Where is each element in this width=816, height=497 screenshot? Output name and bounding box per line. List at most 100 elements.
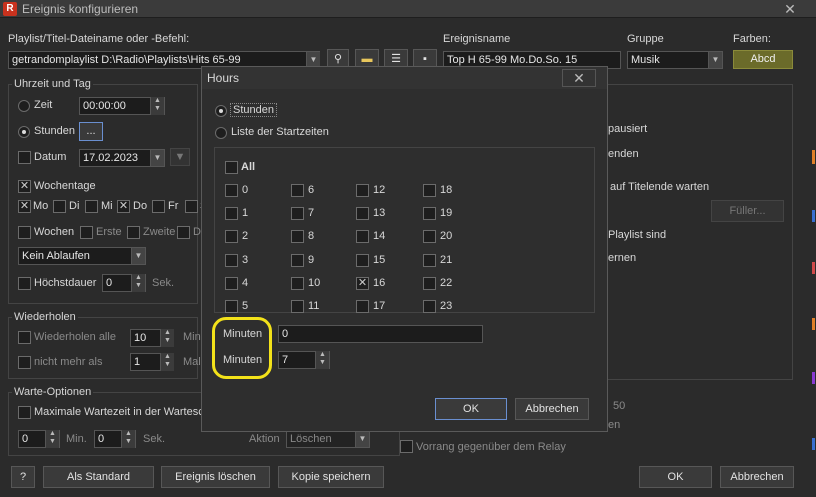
zweite-checkbox[interactable]: [127, 226, 140, 239]
app-icon: R: [3, 2, 17, 16]
hours-abbrechen-button[interactable]: Abbrechen: [515, 398, 589, 420]
help-button[interactable]: ?: [11, 466, 35, 488]
hoechstdauer-spinner[interactable]: ▲ ▼: [131, 274, 145, 292]
wait-min-spinner[interactable]: ▲ ▼: [45, 430, 59, 448]
hours-start-list-radio[interactable]: [215, 127, 227, 139]
event-name-label: Ereignisname: [443, 33, 511, 45]
hour-checkbox[interactable]: [356, 230, 369, 243]
group-dropdown-arrow-icon[interactable]: ▼: [708, 52, 722, 68]
max-wait-label: Maximale Wartezeit in der Wartesc: [34, 406, 204, 418]
erste-checkbox[interactable]: [80, 226, 93, 239]
aktion-dropdown-arrow-icon[interactable]: ▼: [355, 431, 369, 447]
color-strip: [812, 318, 815, 330]
hours-dialog-close-icon[interactable]: ✕: [562, 69, 596, 87]
fueller-button[interactable]: Füller...: [711, 200, 784, 222]
hour-checkbox[interactable]: [225, 277, 238, 290]
ereignis-loeschen-button[interactable]: Ereignis löschen: [161, 466, 270, 488]
hour-checkbox[interactable]: [356, 300, 369, 313]
aktion-label: Aktion: [249, 433, 280, 445]
erste-label: Erste: [96, 226, 122, 238]
wiederholen-spinner[interactable]: ▲ ▼: [160, 329, 174, 347]
hour-label: 21: [440, 254, 453, 266]
zeit-spinner[interactable]: ▲ ▼: [150, 97, 164, 115]
wochen-checkbox[interactable]: [18, 226, 31, 239]
hour-checkbox[interactable]: [423, 300, 436, 313]
datum-dropdown-arrow-icon[interactable]: ▼: [150, 150, 164, 166]
stunden-radio[interactable]: [18, 126, 30, 138]
wochentage-checkbox[interactable]: ✕: [18, 180, 31, 193]
hour-checkbox[interactable]: [291, 300, 304, 313]
datum-checkbox[interactable]: [18, 151, 31, 164]
hour-checkbox[interactable]: [225, 207, 238, 220]
hours-stunden-radio[interactable]: [215, 105, 227, 117]
annotation-highlight: [212, 317, 272, 379]
hour-checkbox[interactable]: [225, 184, 238, 197]
day-do-checkbox[interactable]: ✕: [117, 200, 130, 213]
hour-checkbox[interactable]: [291, 207, 304, 220]
ablaufen-dropdown-arrow-icon[interactable]: ▼: [131, 248, 145, 264]
color-strip: [812, 150, 815, 164]
hours-stunden-label: Stunden: [230, 103, 277, 117]
color-button[interactable]: Abcd: [733, 50, 793, 69]
hour-checkbox[interactable]: [356, 184, 369, 197]
hour-checkbox[interactable]: [291, 230, 304, 243]
nicht-mehr-als-spinner[interactable]: ▲ ▼: [160, 353, 174, 371]
hour-checkbox[interactable]: [291, 254, 304, 267]
hour-checkbox[interactable]: [423, 254, 436, 267]
zeit-radio[interactable]: [18, 100, 30, 112]
vorrang-checkbox[interactable]: [400, 440, 413, 453]
nicht-mehr-als-unit: Mal: [183, 356, 201, 368]
wait-sek-spinner[interactable]: ▲ ▼: [121, 430, 135, 448]
hour-checkbox[interactable]: ✕: [356, 277, 369, 290]
enden-label: enden: [608, 148, 639, 160]
dritte-checkbox[interactable]: [177, 226, 190, 239]
day-di-checkbox[interactable]: [53, 200, 66, 213]
ok-button[interactable]: OK: [639, 466, 712, 488]
minuten-spinner-2[interactable]: ▲ ▼: [315, 351, 329, 369]
hour-checkbox[interactable]: [423, 230, 436, 243]
day-mo-checkbox[interactable]: ✕: [18, 200, 31, 213]
nicht-mehr-als-checkbox[interactable]: [18, 356, 31, 369]
wiederholen-unit: Min: [183, 331, 201, 343]
hour-checkbox[interactable]: [225, 254, 238, 267]
wait-section-title: Warte-Optionen: [12, 386, 94, 398]
day-fr-checkbox[interactable]: [152, 200, 165, 213]
hour-label: 18: [440, 184, 453, 196]
hour-checkbox[interactable]: [291, 277, 304, 290]
titelende-label: auf Titelende warten: [610, 181, 710, 193]
day-mi-checkbox[interactable]: [85, 200, 98, 213]
group-label: Gruppe: [627, 33, 664, 45]
hour-checkbox[interactable]: [423, 184, 436, 197]
day-mo-label: Mo: [33, 200, 49, 212]
minuten-label-2: Minuten: [223, 354, 263, 366]
hour-label: 6: [308, 184, 315, 196]
als-standard-button[interactable]: Als Standard: [43, 466, 154, 488]
stunden-edit-button[interactable]: ...: [79, 122, 103, 141]
hours-ok-button[interactable]: OK: [435, 398, 507, 420]
hour-checkbox[interactable]: [225, 300, 238, 313]
hour-label: 0: [242, 184, 249, 196]
hour-checkbox[interactable]: [291, 184, 304, 197]
abbrechen-button[interactable]: Abbrechen: [720, 466, 794, 488]
hour-checkbox[interactable]: [423, 277, 436, 290]
playlist-label: Playlist/Titel-Dateiname oder -Befehl:: [8, 33, 190, 45]
hour-checkbox[interactable]: [225, 230, 238, 243]
window-close-button[interactable]: ✕: [770, 0, 810, 18]
kopie-speichern-button[interactable]: Kopie speichern: [278, 466, 384, 488]
hours-all-checkbox[interactable]: [225, 161, 238, 174]
hour-checkbox[interactable]: [423, 207, 436, 220]
fifty-label: 50: [613, 400, 626, 412]
hours-dialog-titlebar: [202, 67, 607, 89]
ablaufen-select[interactable]: Kein Ablaufen: [18, 247, 146, 265]
playlist-sind-label: Playlist sind: [608, 229, 667, 241]
hour-checkbox[interactable]: [356, 254, 369, 267]
datum-extra-dropdown-icon[interactable]: ▼: [170, 148, 190, 166]
minuten-input-1[interactable]: 0: [278, 325, 483, 343]
wiederholen-checkbox[interactable]: [18, 331, 31, 344]
day-sa-checkbox[interactable]: [185, 200, 198, 213]
wochen-label: Wochen: [34, 226, 75, 238]
hoechstdauer-checkbox[interactable]: [18, 277, 31, 290]
zeit-label: Zeit: [34, 99, 53, 111]
hour-checkbox[interactable]: [356, 207, 369, 220]
max-wait-checkbox[interactable]: [18, 406, 31, 419]
